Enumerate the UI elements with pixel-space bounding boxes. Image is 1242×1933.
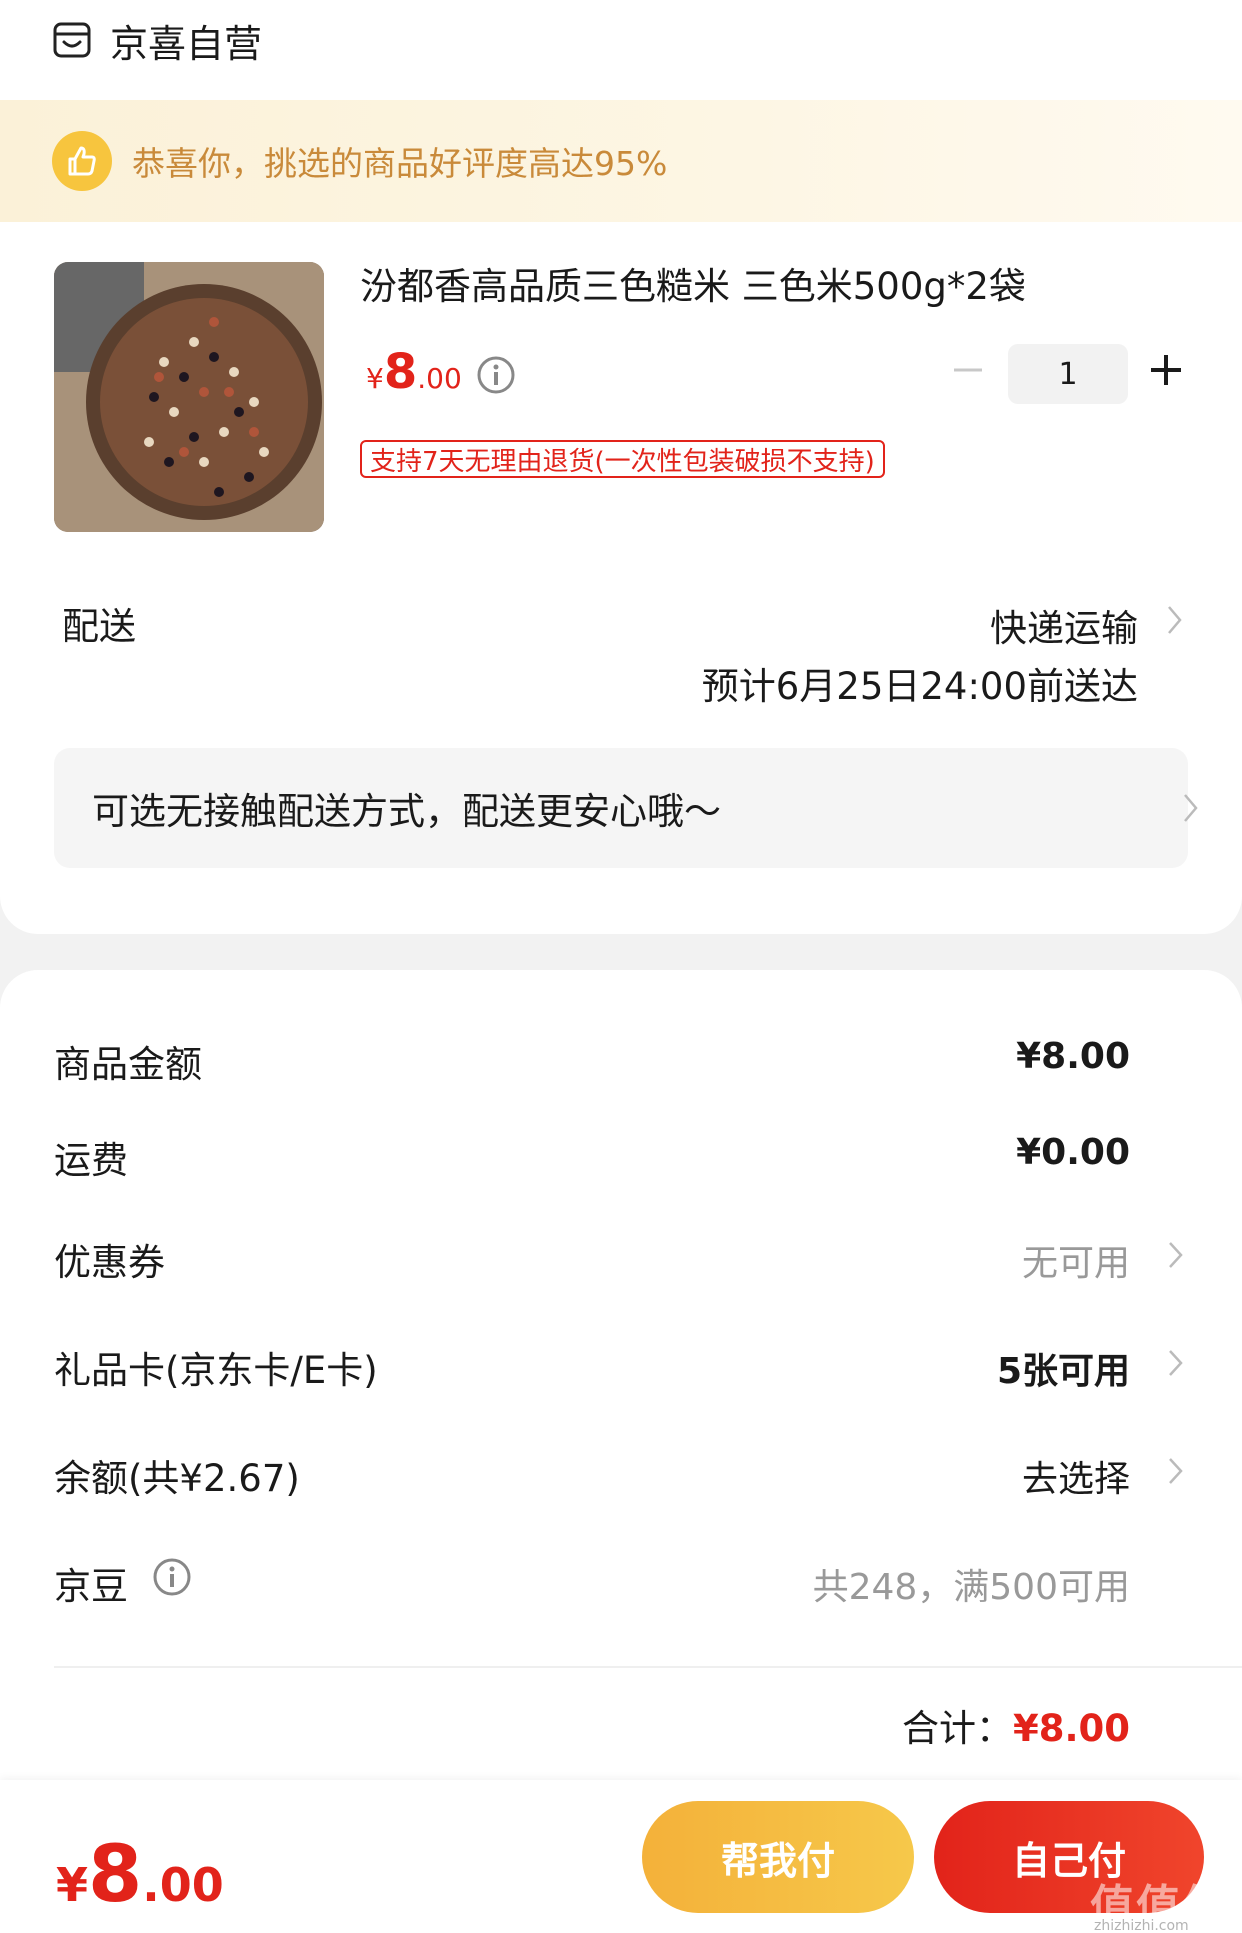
quantity-minus-button[interactable] [948,350,988,390]
product-title[interactable]: 汾都香高品质三色糙米 三色米500g*2袋 [360,256,1026,310]
chevron-right-icon[interactable] [1166,1238,1186,1272]
praise-text: 恭喜你，挑选的商品好评度高达95% [132,144,668,183]
footer-price-symbol: ¥ [56,1858,89,1912]
footer-price-decimal: .00 [142,1858,224,1912]
freight-value: ¥0.00 [1016,1132,1130,1173]
thumbs-up-icon [52,131,112,191]
footer-price: ¥ 8 .00 [56,1830,224,1920]
quantity-input[interactable]: 1 [1008,344,1128,404]
return-policy-tag: 支持7天无理由退货(一次性包装破损不支持) [360,440,885,478]
balance-value[interactable]: 去选择 [1022,1450,1130,1502]
shop-header[interactable]: 京喜自营 [52,10,262,70]
price-symbol: ¥ [366,362,384,395]
chevron-right-icon[interactable] [1166,1454,1186,1488]
total-value: ¥8.00 [1012,1707,1130,1750]
jingdou-label: 京豆 [54,1565,128,1608]
order-product-card: 京喜自营 恭喜你，挑选的商品好评度高达95% 汾都香高品质三色糙米 三色米500… [0,0,1242,934]
goods-amount-label: 商品金额 [54,1043,202,1086]
divider [54,1666,1242,1668]
coupon-value[interactable]: 无可用 [1022,1234,1130,1286]
quantity-plus-button[interactable] [1146,350,1186,390]
balance-label: 余额(共¥2.67) [54,1457,300,1500]
shop-name: 京喜自营 [110,21,263,66]
goods-amount-value: ¥8.00 [1016,1036,1130,1077]
praise-banner: 恭喜你，挑选的商品好评度高达95% [0,100,1242,222]
info-icon[interactable] [152,1557,192,1597]
gift-card-value[interactable]: 5张可用 [997,1342,1130,1394]
jingdou-value: 共248，满500可用 [812,1567,1130,1608]
checkout-footer: ¥ 8 .00 帮我付 自己付 值值值 zhizhizhi.com [0,1780,1242,1933]
chevron-right-icon [1184,794,1198,822]
price-integer: 8 [383,344,418,400]
footer-price-integer: 8 [88,1830,143,1920]
shipping-method[interactable]: 快递运输 [990,598,1138,652]
product-price: ¥ 8 .00 [366,344,462,400]
price-decimal: .00 [417,362,462,395]
total-label: 合计： [901,1707,1013,1750]
contactless-delivery-text: 可选无接触配送方式，配送更安心哦～ [92,790,721,833]
help-pay-button[interactable]: 帮我付 [642,1801,914,1913]
product-image[interactable] [54,262,324,532]
shipping-label: 配送 [62,605,136,648]
watermark-url: zhizhizhi.com [1094,1918,1189,1933]
gift-card-label: 礼品卡(京东卡/E卡) [54,1349,378,1392]
chevron-right-icon[interactable] [1164,602,1186,638]
contactless-delivery-option[interactable]: 可选无接触配送方式，配送更安心哦～ [54,748,1198,868]
chevron-right-icon[interactable] [1166,1346,1186,1380]
freight-label: 运费 [54,1139,128,1182]
info-icon[interactable] [476,355,516,395]
coupon-label: 优惠券 [54,1241,165,1284]
shipping-eta: 预计6月25日24:00前送达 [701,665,1138,708]
shop-icon [53,22,91,58]
order-total: 合计：¥8.00 [902,1698,1130,1752]
